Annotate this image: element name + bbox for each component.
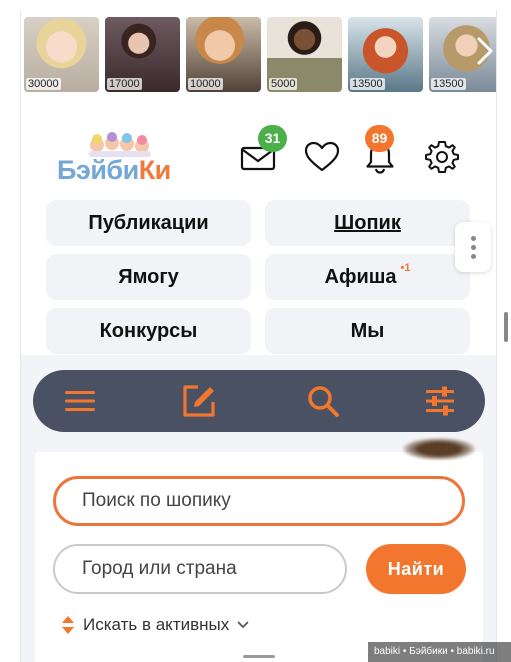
- dot-icon: [470, 253, 476, 259]
- scrollbar-thumb[interactable]: [504, 312, 508, 342]
- messages-button[interactable]: 31: [240, 125, 287, 175]
- site-header: БэйбиКи 31 89 Публикации Шопик Ямогу Афи…: [21, 103, 496, 365]
- chevron-down-icon: [237, 621, 249, 628]
- item-price: 5000: [269, 78, 298, 90]
- nav-afisha[interactable]: Афиша •1: [265, 254, 470, 300]
- notifications-button[interactable]: 89: [362, 125, 398, 175]
- menu-icon[interactable]: [63, 384, 97, 418]
- search-card: Найти Искать в активных: [35, 438, 483, 662]
- dot-icon: [470, 244, 476, 250]
- carousel-item[interactable]: 17000: [105, 17, 180, 92]
- item-price: 13500: [350, 78, 385, 90]
- carousel-item[interactable]: 10000: [186, 17, 261, 92]
- search-scope-label: Искать в активных: [83, 615, 230, 634]
- carousel-item[interactable]: 13500: [348, 17, 423, 92]
- settings-button[interactable]: [424, 139, 460, 175]
- product-carousel: 30000 17000 10000 5000 13500 13500: [21, 10, 496, 103]
- more-options-button[interactable]: [455, 222, 491, 272]
- action-toolbar: [33, 370, 485, 432]
- drag-handle[interactable]: [243, 655, 275, 658]
- site-logo[interactable]: БэйбиКи: [57, 131, 189, 185]
- messages-count-badge: 31: [258, 125, 287, 152]
- heart-icon: [304, 141, 340, 172]
- blurred-overlay: [403, 438, 475, 460]
- dot-icon: [470, 235, 476, 241]
- logo-babies-icon: [89, 132, 151, 157]
- item-price: 17000: [107, 78, 142, 90]
- carousel-item[interactable]: 5000: [267, 17, 342, 92]
- item-price: 13500: [431, 78, 466, 90]
- nav-publications[interactable]: Публикации: [46, 200, 251, 246]
- sort-icon: [62, 616, 74, 634]
- watermark: babiki • Бэйбики • babiki.ru: [368, 642, 511, 662]
- filter-icon[interactable]: [423, 384, 457, 418]
- logo-text: БэйбиКи: [57, 155, 171, 185]
- edit-icon[interactable]: [182, 384, 216, 418]
- page: 30000 17000 10000 5000 13500 13500 Бэйби…: [20, 10, 497, 662]
- search-scope-select[interactable]: Искать в активных: [61, 615, 249, 635]
- content-area: Найти Искать в активных: [21, 355, 496, 662]
- item-price: 10000: [188, 78, 223, 90]
- favorites-button[interactable]: [304, 139, 340, 175]
- find-button[interactable]: Найти: [366, 544, 466, 594]
- item-price: 30000: [26, 78, 61, 90]
- chevron-right-icon[interactable]: [474, 36, 496, 66]
- city-input[interactable]: [53, 544, 347, 594]
- shop-search-input[interactable]: [53, 476, 465, 526]
- nav-we[interactable]: Мы: [265, 308, 470, 354]
- carousel-item[interactable]: 30000: [24, 17, 99, 92]
- notifications-count-badge: 89: [365, 125, 394, 152]
- gear-icon: [425, 141, 459, 173]
- nav-shop[interactable]: Шопик: [265, 200, 470, 246]
- search-icon[interactable]: [306, 384, 340, 418]
- nav-yamogu[interactable]: Ямогу: [46, 254, 251, 300]
- afisha-count: •1: [400, 262, 411, 274]
- main-nav: Публикации Шопик Ямогу Афиша •1 Конкурсы …: [46, 200, 472, 354]
- nav-contests[interactable]: Конкурсы: [46, 308, 251, 354]
